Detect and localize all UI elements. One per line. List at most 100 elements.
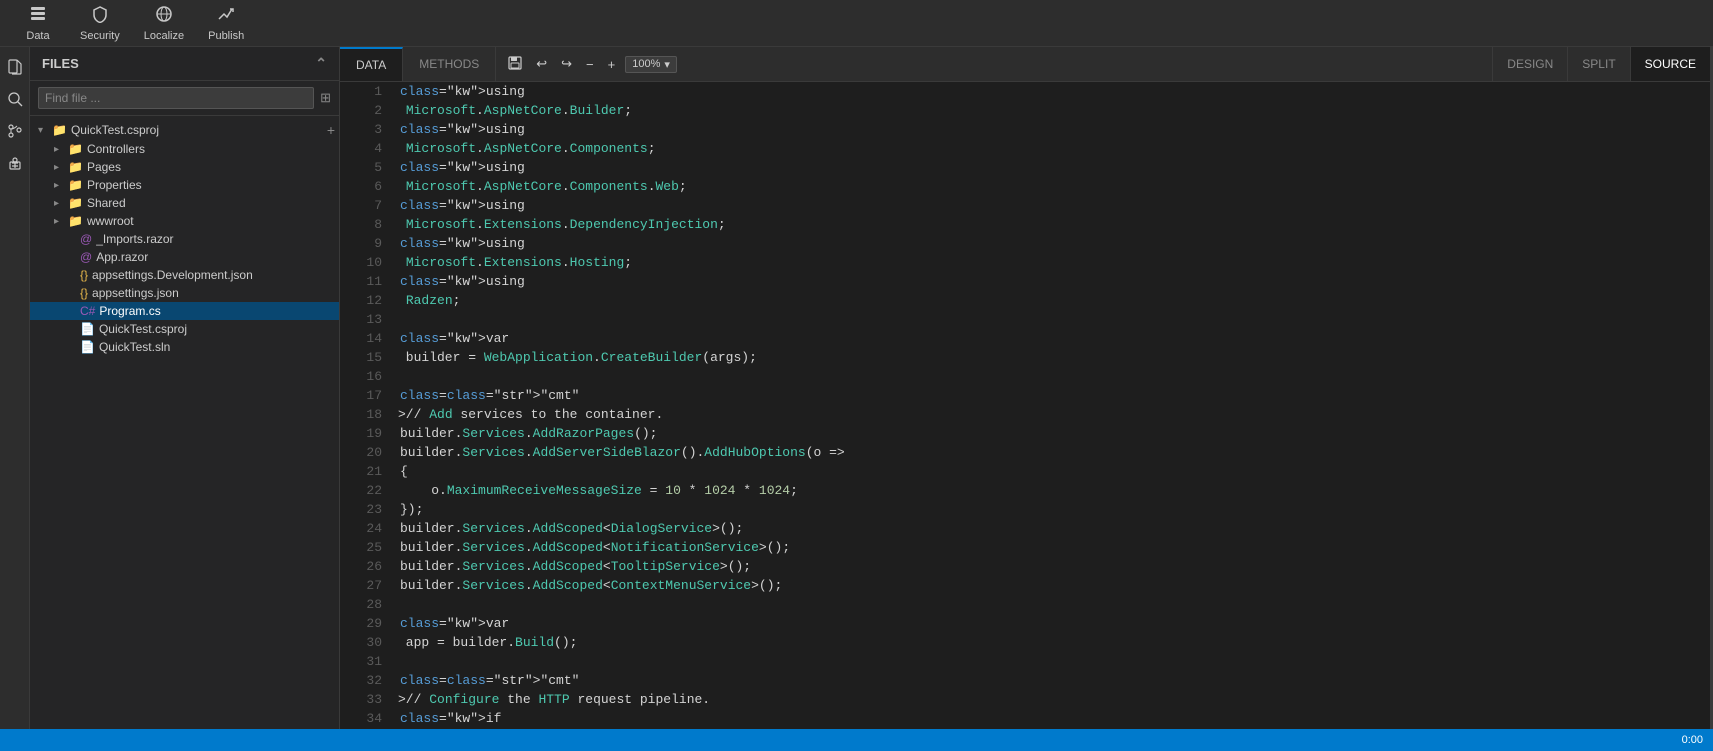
tree-label: QuickTest.csproj bbox=[71, 123, 159, 137]
file-panel-icons: ⌃ bbox=[315, 55, 327, 72]
tree-label: appsettings.Development.json bbox=[92, 268, 253, 282]
editor-tabs: DATA METHODS bbox=[340, 47, 496, 81]
tree-item-quicktest-csproj-file[interactable]: 📄 QuickTest.csproj bbox=[30, 320, 339, 338]
tree-item-appsettings-dev[interactable]: {} appsettings.Development.json bbox=[30, 266, 339, 284]
folder-icon: 📁 bbox=[68, 142, 83, 156]
tree-item-imports-razor[interactable]: @ _Imports.razor bbox=[30, 230, 339, 248]
razor-icon: @ bbox=[80, 232, 92, 246]
zoom-value: 100% bbox=[632, 58, 660, 70]
tab-source[interactable]: SOURCE bbox=[1630, 47, 1710, 81]
zoom-dropdown-icon[interactable]: ▾ bbox=[664, 58, 670, 71]
tree-item-appsettings-json[interactable]: {} appsettings.json bbox=[30, 284, 339, 302]
csproj-icon: 📄 bbox=[80, 322, 95, 336]
chevron-right-icon: ▸ bbox=[54, 162, 68, 173]
tab-split-label: SPLIT bbox=[1582, 57, 1615, 71]
tree-label: Program.cs bbox=[99, 304, 160, 318]
folder-icon: 📁 bbox=[68, 178, 83, 192]
sidebar-icon-files[interactable] bbox=[3, 55, 27, 79]
status-bar: 0:00 bbox=[0, 729, 1713, 751]
tree-item-quicktest-sln[interactable]: 📄 QuickTest.sln bbox=[30, 338, 339, 356]
sidebar-icon-search[interactable] bbox=[3, 87, 27, 111]
collapse-icon[interactable]: ⌃ bbox=[315, 55, 327, 72]
tree-item-shared[interactable]: ▸ 📁 Shared bbox=[30, 194, 339, 212]
toolbar-localize[interactable]: Localize bbox=[132, 0, 196, 47]
toolbar-data[interactable]: Data bbox=[8, 0, 68, 47]
json-icon: {} bbox=[80, 268, 88, 282]
tab-methods-label: METHODS bbox=[419, 57, 479, 71]
add-button[interactable]: + bbox=[327, 122, 335, 138]
chevron-right-icon: ▸ bbox=[54, 198, 68, 209]
tree-label: _Imports.razor bbox=[96, 232, 173, 246]
undo-icon[interactable]: ↩ bbox=[532, 54, 551, 74]
tree-label: Properties bbox=[87, 178, 142, 192]
tree-label: App.razor bbox=[96, 250, 148, 264]
toolbar-publish[interactable]: Publish bbox=[196, 0, 256, 47]
folder-icon: 📁 bbox=[52, 123, 67, 137]
file-search-input[interactable] bbox=[38, 87, 314, 109]
folder-icon: 📁 bbox=[68, 214, 83, 228]
toolbar-data-label: Data bbox=[26, 30, 49, 42]
localize-icon bbox=[155, 5, 173, 28]
tree-label: Controllers bbox=[87, 142, 145, 156]
tree-item-app-razor[interactable]: @ App.razor bbox=[30, 248, 339, 266]
security-icon bbox=[91, 5, 109, 28]
tab-split[interactable]: SPLIT bbox=[1567, 47, 1629, 81]
tree-item-program-cs[interactable]: C# Program.cs bbox=[30, 302, 339, 320]
files-title: FILES bbox=[42, 56, 79, 71]
chevron-right-icon: ▸ bbox=[54, 180, 68, 191]
tab-data-label: DATA bbox=[356, 58, 386, 72]
tree-label: Pages bbox=[87, 160, 121, 174]
zoom-control[interactable]: 100% ▾ bbox=[625, 56, 677, 73]
status-time: 0:00 bbox=[1682, 734, 1703, 746]
tree-item-quicktest-csproj[interactable]: ▾ 📁 QuickTest.csproj + bbox=[30, 120, 339, 140]
chevron-right-icon: ▸ bbox=[54, 216, 68, 227]
tab-design-label: DESIGN bbox=[1507, 57, 1553, 71]
redo-icon[interactable]: ↪ bbox=[557, 54, 576, 74]
tree-item-pages[interactable]: ▸ 📁 Pages bbox=[30, 158, 339, 176]
file-panel: FILES ⌃ ⊞ ▾ 📁 QuickTest.csproj + ▸ 📁 Con… bbox=[30, 47, 340, 729]
folder-icon: 📁 bbox=[68, 160, 83, 174]
chevron-right-icon: ▸ bbox=[54, 144, 68, 155]
tree-item-properties[interactable]: ▸ 📁 Properties bbox=[30, 176, 339, 194]
publish-icon bbox=[217, 5, 235, 28]
tree-label: wwwroot bbox=[87, 214, 134, 228]
data-icon bbox=[29, 5, 47, 28]
toolbar-security-label: Security bbox=[80, 30, 120, 42]
main-toolbar: Data Security Localize Publish bbox=[0, 0, 1713, 47]
zoom-out-icon[interactable]: − bbox=[582, 55, 598, 74]
editor-area: DATA METHODS ↩ ↪ − + bbox=[340, 47, 1710, 729]
tree-item-controllers[interactable]: ▸ 📁 Controllers bbox=[30, 140, 339, 158]
folder-icon: 📁 bbox=[68, 196, 83, 210]
json-icon: {} bbox=[80, 286, 88, 300]
sln-icon: 📄 bbox=[80, 340, 95, 354]
file-panel-header: FILES ⌃ bbox=[30, 47, 339, 81]
toolbar-security[interactable]: Security bbox=[68, 0, 132, 47]
sidebar-icon-debug[interactable] bbox=[3, 151, 27, 175]
chevron-down-icon: ▾ bbox=[38, 125, 52, 136]
tree-label: QuickTest.sln bbox=[99, 340, 170, 354]
file-tree: ▾ 📁 QuickTest.csproj + ▸ 📁 Controllers ▸… bbox=[30, 116, 339, 729]
line-numbers: 1234567891011121314151617181920212223242… bbox=[340, 82, 390, 729]
toolbar-publish-label: Publish bbox=[208, 30, 244, 42]
code-editor[interactable]: 1234567891011121314151617181920212223242… bbox=[340, 82, 1710, 729]
view-mode-tabs: DESIGN SPLIT SOURCE bbox=[1492, 47, 1710, 81]
tree-label: QuickTest.csproj bbox=[99, 322, 187, 336]
toolbar-localize-label: Localize bbox=[144, 30, 184, 42]
tree-item-wwwroot[interactable]: ▸ 📁 wwwroot bbox=[30, 212, 339, 230]
filter-icon[interactable]: ⊞ bbox=[320, 90, 331, 106]
save-icon[interactable] bbox=[504, 54, 526, 75]
tree-label: Shared bbox=[87, 196, 126, 210]
csharp-icon: C# bbox=[80, 304, 95, 318]
tab-source-label: SOURCE bbox=[1645, 57, 1696, 71]
code-content[interactable]: class="kw">using Microsoft.AspNetCore.Bu… bbox=[390, 82, 1710, 729]
file-search-bar: ⊞ bbox=[30, 81, 339, 116]
razor-icon: @ bbox=[80, 250, 92, 264]
tree-label: appsettings.json bbox=[92, 286, 179, 300]
zoom-in-icon[interactable]: + bbox=[604, 55, 620, 74]
sidebar-icon-bar bbox=[0, 47, 30, 729]
tab-design[interactable]: DESIGN bbox=[1492, 47, 1567, 81]
tab-methods[interactable]: METHODS bbox=[403, 47, 496, 81]
tab-data[interactable]: DATA bbox=[340, 47, 403, 81]
editor-tabs-row: DATA METHODS ↩ ↪ − + bbox=[340, 47, 1710, 82]
sidebar-icon-git[interactable] bbox=[3, 119, 27, 143]
